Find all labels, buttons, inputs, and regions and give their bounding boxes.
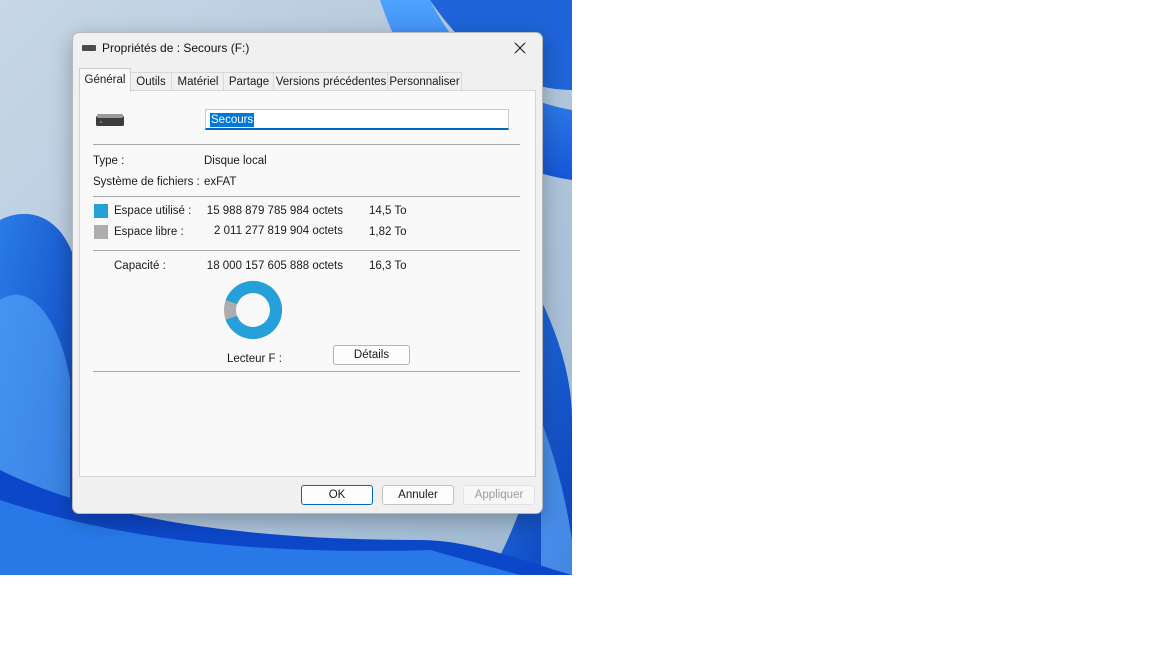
filesystem-label: Système de fichiers : (93, 176, 200, 188)
close-button[interactable] (498, 33, 542, 63)
drive-name-value: Secours (210, 113, 255, 127)
free-space-size: 1,82 To (369, 226, 407, 238)
used-space-size: 14,5 To (369, 205, 407, 217)
separator (93, 371, 520, 372)
tab-customize[interactable]: Personnaliser (387, 72, 462, 91)
tab-tools[interactable]: Outils (129, 72, 173, 91)
tab-previous-versions[interactable]: Versions précédentes (273, 72, 389, 91)
apply-button[interactable]: Appliquer (463, 485, 535, 505)
cancel-button[interactable]: Annuler (382, 485, 454, 505)
separator (93, 144, 520, 145)
capacity-size: 16,3 To (369, 260, 407, 272)
close-icon (514, 42, 526, 54)
capacity-bytes: 18 000 157 605 888 octets (206, 260, 343, 272)
used-space-bytes: 15 988 879 785 984 octets (206, 205, 343, 217)
drive-title-icon (82, 45, 96, 51)
ok-button[interactable]: OK (301, 485, 373, 505)
free-color-swatch (94, 225, 108, 239)
window-title: Propriétés de : Secours (F:) (102, 41, 250, 55)
disk-usage-donut (224, 281, 282, 339)
properties-dialog: Propriétés de : Secours (F:) Général Out… (72, 32, 543, 514)
tab-general[interactable]: Général (79, 68, 131, 92)
separator (93, 196, 520, 197)
filesystem-value: exFAT (204, 176, 237, 188)
free-space-label: Espace libre : (114, 226, 184, 238)
used-color-swatch (94, 204, 108, 218)
capacity-label: Capacité : (114, 260, 166, 272)
drive-name-input[interactable]: Secours (205, 109, 509, 130)
separator (93, 250, 520, 251)
details-button[interactable]: Détails (333, 345, 410, 365)
tab-hardware[interactable]: Matériel (171, 72, 225, 91)
tab-sharing[interactable]: Partage (223, 72, 275, 91)
type-label: Type : (93, 155, 125, 167)
type-value: Disque local (204, 155, 267, 167)
free-space-bytes: 2 011 277 819 904 octets (214, 225, 343, 237)
general-panel: Secours Type : Disque local Système de f… (79, 90, 536, 477)
drive-letter-label: Lecteur F : (227, 353, 282, 365)
hard-drive-icon (96, 114, 124, 126)
used-space-label: Espace utilisé : (114, 205, 192, 217)
title-bar: Propriétés de : Secours (F:) (73, 33, 542, 63)
